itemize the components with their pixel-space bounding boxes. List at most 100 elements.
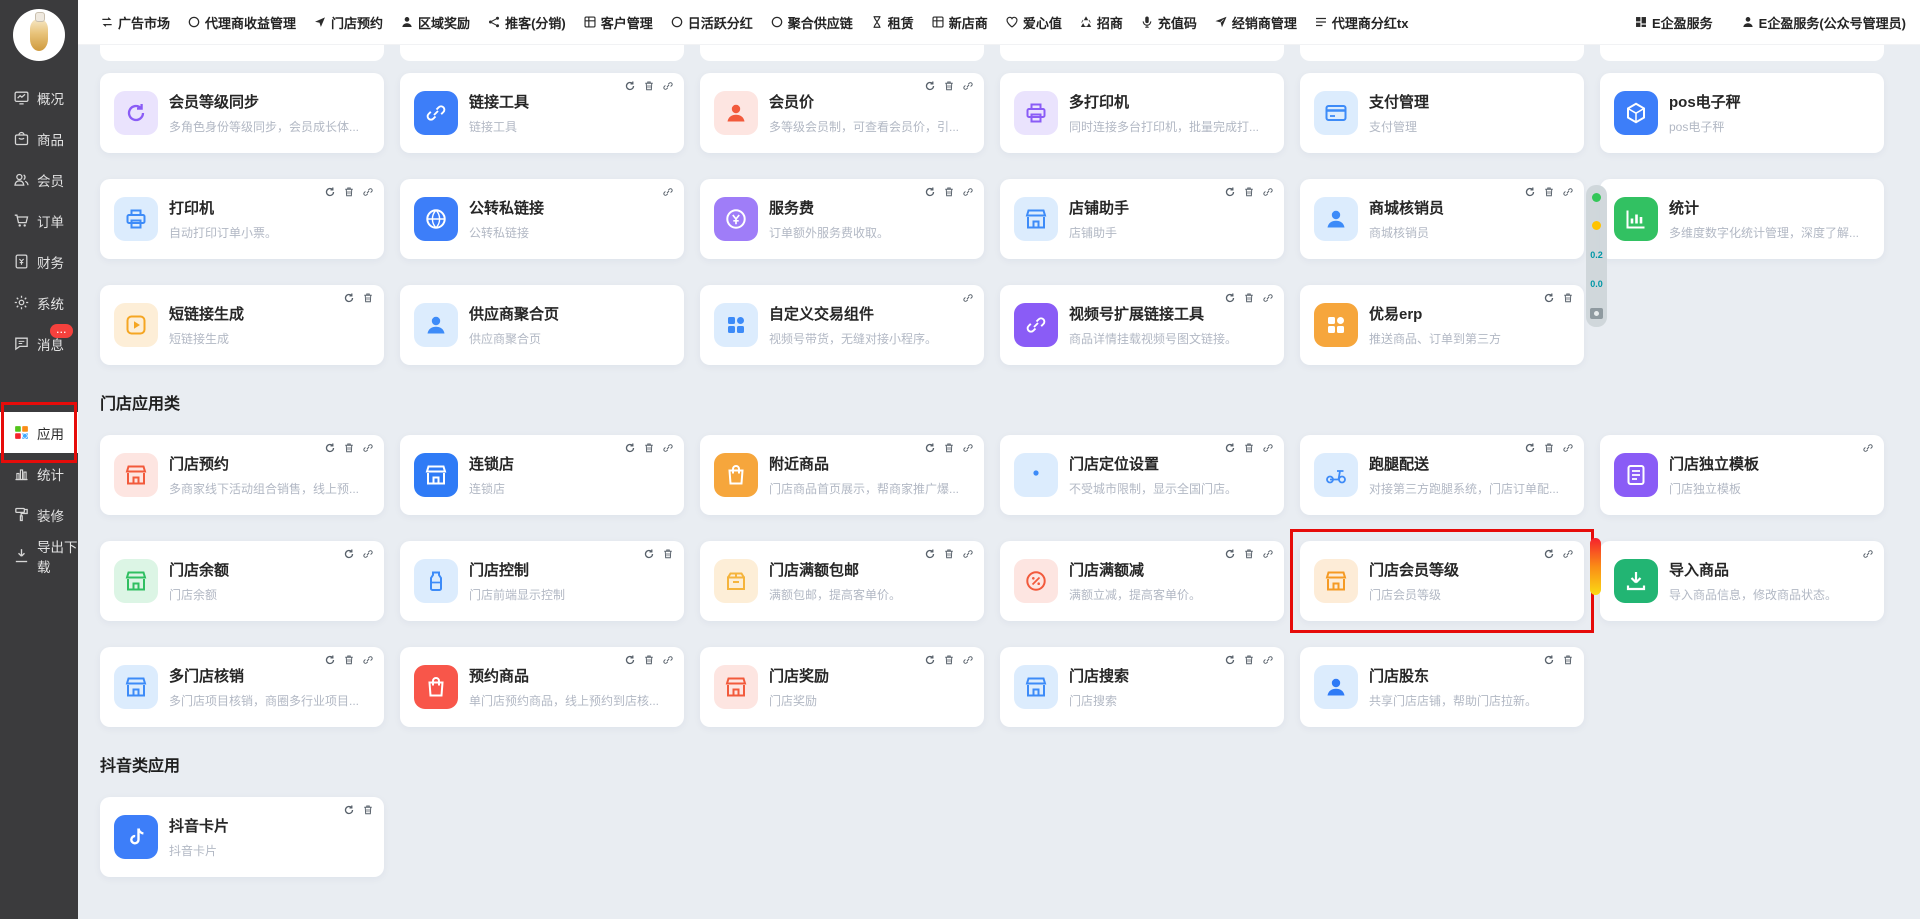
sidebar-item-goods[interactable]: 商品	[0, 118, 78, 159]
link-icon-button[interactable]	[1862, 442, 1874, 454]
trash-icon-button[interactable]	[662, 548, 674, 560]
trash-icon-button[interactable]	[1562, 292, 1574, 304]
link-icon-button[interactable]	[1562, 186, 1574, 198]
update-icon-button[interactable]	[1224, 442, 1236, 454]
update-icon-button[interactable]	[1543, 654, 1555, 666]
sidebar-item-orders[interactable]: 订单	[0, 200, 78, 241]
update-icon-button[interactable]	[924, 442, 936, 454]
link-icon-button[interactable]	[662, 186, 674, 198]
trash-icon-button[interactable]	[643, 80, 655, 92]
app-card[interactable]: 门店定位设置不受城市限制，显示全国门店。	[1000, 435, 1284, 515]
link-icon-button[interactable]	[1262, 548, 1274, 560]
link-icon-button[interactable]	[962, 186, 974, 198]
app-card[interactable]: 门店搜索门店搜索	[1000, 647, 1284, 727]
update-icon-button[interactable]	[1224, 292, 1236, 304]
app-card[interactable]: 门店股东共享门店店铺，帮助门店拉新。	[1300, 647, 1584, 727]
app-card[interactable]: 商城核销员商城核销员	[1300, 179, 1584, 259]
link-icon-button[interactable]	[962, 442, 974, 454]
app-card[interactable]: 门店余额门店余额	[100, 541, 384, 621]
app-card[interactable]: 门店满额减满额立减，提高客单价。	[1000, 541, 1284, 621]
trash-icon-button[interactable]	[362, 292, 374, 304]
link-icon-button[interactable]	[1562, 442, 1574, 454]
app-card[interactable]: 店铺助手店铺助手	[1000, 179, 1284, 259]
update-icon-button[interactable]	[924, 80, 936, 92]
update-icon-button[interactable]	[1524, 442, 1536, 454]
trash-icon-button[interactable]	[1243, 186, 1255, 198]
app-card[interactable]: 预约商品单门店预约商品，线上预约到店核...	[400, 647, 684, 727]
topnav-item[interactable]: 爱心值	[1005, 13, 1062, 32]
link-icon-button[interactable]	[662, 80, 674, 92]
sidebar-item-members[interactable]: 会员	[0, 159, 78, 200]
app-card[interactable]: 会员价多等级会员制，可查看会员价，引...	[700, 73, 984, 153]
topnav-item[interactable]: 代理商分红tx	[1314, 13, 1409, 32]
link-icon-button[interactable]	[962, 654, 974, 666]
topnav-item[interactable]: 聚合供应链	[770, 13, 853, 32]
sidebar-item-stats[interactable]: 统计	[0, 453, 78, 494]
link-icon-button[interactable]	[1262, 292, 1274, 304]
topnav-item[interactable]: 推客(分销)	[487, 13, 566, 32]
app-card[interactable]: 自定义交易组件视频号带货，无缝对接小程序。	[700, 285, 984, 365]
trash-icon-button[interactable]	[643, 654, 655, 666]
update-icon-button[interactable]	[624, 80, 636, 92]
update-icon-button[interactable]	[924, 186, 936, 198]
sidebar-item-export[interactable]: 导出下载	[0, 535, 78, 576]
app-card[interactable]: 附近商品门店商品首页展示，帮商家推广爆...	[700, 435, 984, 515]
app-card[interactable]: 连锁店连锁店	[400, 435, 684, 515]
app-card[interactable]: 统计多维度数字化统计管理，深度了解...	[1600, 179, 1884, 259]
app-card[interactable]: 门店奖励门店奖励	[700, 647, 984, 727]
update-icon-button[interactable]	[343, 804, 355, 816]
trash-icon-button[interactable]	[362, 804, 374, 816]
app-card[interactable]: 短链接生成短链接生成	[100, 285, 384, 365]
update-icon-button[interactable]	[1543, 292, 1555, 304]
sidebar-item-apps[interactable]: 应用	[0, 412, 78, 453]
trash-icon-button[interactable]	[943, 548, 955, 560]
performance-overlay-widget[interactable]: 0.20.0	[1586, 185, 1607, 327]
app-card[interactable]: 抖音卡片抖音卡片	[100, 797, 384, 877]
sidebar-item-overview[interactable]: 概况	[0, 77, 78, 118]
update-icon-button[interactable]	[1224, 186, 1236, 198]
app-card[interactable]: 跑腿配送对接第三方跑腿系统，门店订单配...	[1300, 435, 1584, 515]
link-icon-button[interactable]	[962, 292, 974, 304]
trash-icon-button[interactable]	[1543, 186, 1555, 198]
app-card[interactable]: 支付管理支付管理	[1300, 73, 1584, 153]
update-icon-button[interactable]	[324, 186, 336, 198]
topnav-item[interactable]: 客户管理	[583, 13, 653, 32]
app-card[interactable]: pos电子秤pos电子秤	[1600, 73, 1884, 153]
trash-icon-button[interactable]	[343, 654, 355, 666]
topnav-account-item[interactable]: E企盈服务	[1634, 13, 1713, 32]
update-icon-button[interactable]	[324, 654, 336, 666]
update-icon-button[interactable]	[1224, 548, 1236, 560]
sidebar-item-system[interactable]: 系统	[0, 282, 78, 323]
topnav-item[interactable]: 日活跃分红	[670, 13, 753, 32]
app-card[interactable]: 优易erp推送商品、订单到第三方	[1300, 285, 1584, 365]
screenshot-icon[interactable]	[1590, 308, 1603, 319]
app-card[interactable]: 服务费订单额外服务费收取。	[700, 179, 984, 259]
update-icon-button[interactable]	[343, 548, 355, 560]
update-icon-button[interactable]	[624, 654, 636, 666]
link-icon-button[interactable]	[1862, 548, 1874, 560]
trash-icon-button[interactable]	[1243, 548, 1255, 560]
app-card[interactable]: 门店会员等级门店会员等级	[1300, 541, 1584, 621]
link-icon-button[interactable]	[1262, 186, 1274, 198]
update-icon-button[interactable]	[343, 292, 355, 304]
update-icon-button[interactable]	[1543, 548, 1555, 560]
update-icon-button[interactable]	[643, 548, 655, 560]
trash-icon-button[interactable]	[943, 654, 955, 666]
update-icon-button[interactable]	[1224, 654, 1236, 666]
sidebar-item-messages[interactable]: 消息...	[0, 323, 78, 364]
app-card[interactable]: 公转私链接公转私链接	[400, 179, 684, 259]
topnav-item[interactable]: 经销商管理	[1214, 13, 1297, 32]
trash-icon-button[interactable]	[1243, 442, 1255, 454]
topnav-account-item[interactable]: E企盈服务(公众号管理员)	[1741, 13, 1906, 32]
app-card[interactable]: 门店独立模板门店独立模板	[1600, 435, 1884, 515]
trash-icon-button[interactable]	[943, 80, 955, 92]
update-icon-button[interactable]	[1524, 186, 1536, 198]
app-card[interactable]: 门店满额包邮满额包邮，提高客单价。	[700, 541, 984, 621]
link-icon-button[interactable]	[362, 548, 374, 560]
app-card[interactable]: 多打印机同时连接多台打印机，批量完成打...	[1000, 73, 1284, 153]
app-card[interactable]: 视频号扩展链接工具商品详情挂载视频号图文链接。	[1000, 285, 1284, 365]
trash-icon-button[interactable]	[343, 186, 355, 198]
topnav-item[interactable]: 充值码	[1140, 13, 1197, 32]
app-card[interactable]: 链接工具链接工具	[400, 73, 684, 153]
app-card[interactable]: 打印机自动打印订单小票。	[100, 179, 384, 259]
